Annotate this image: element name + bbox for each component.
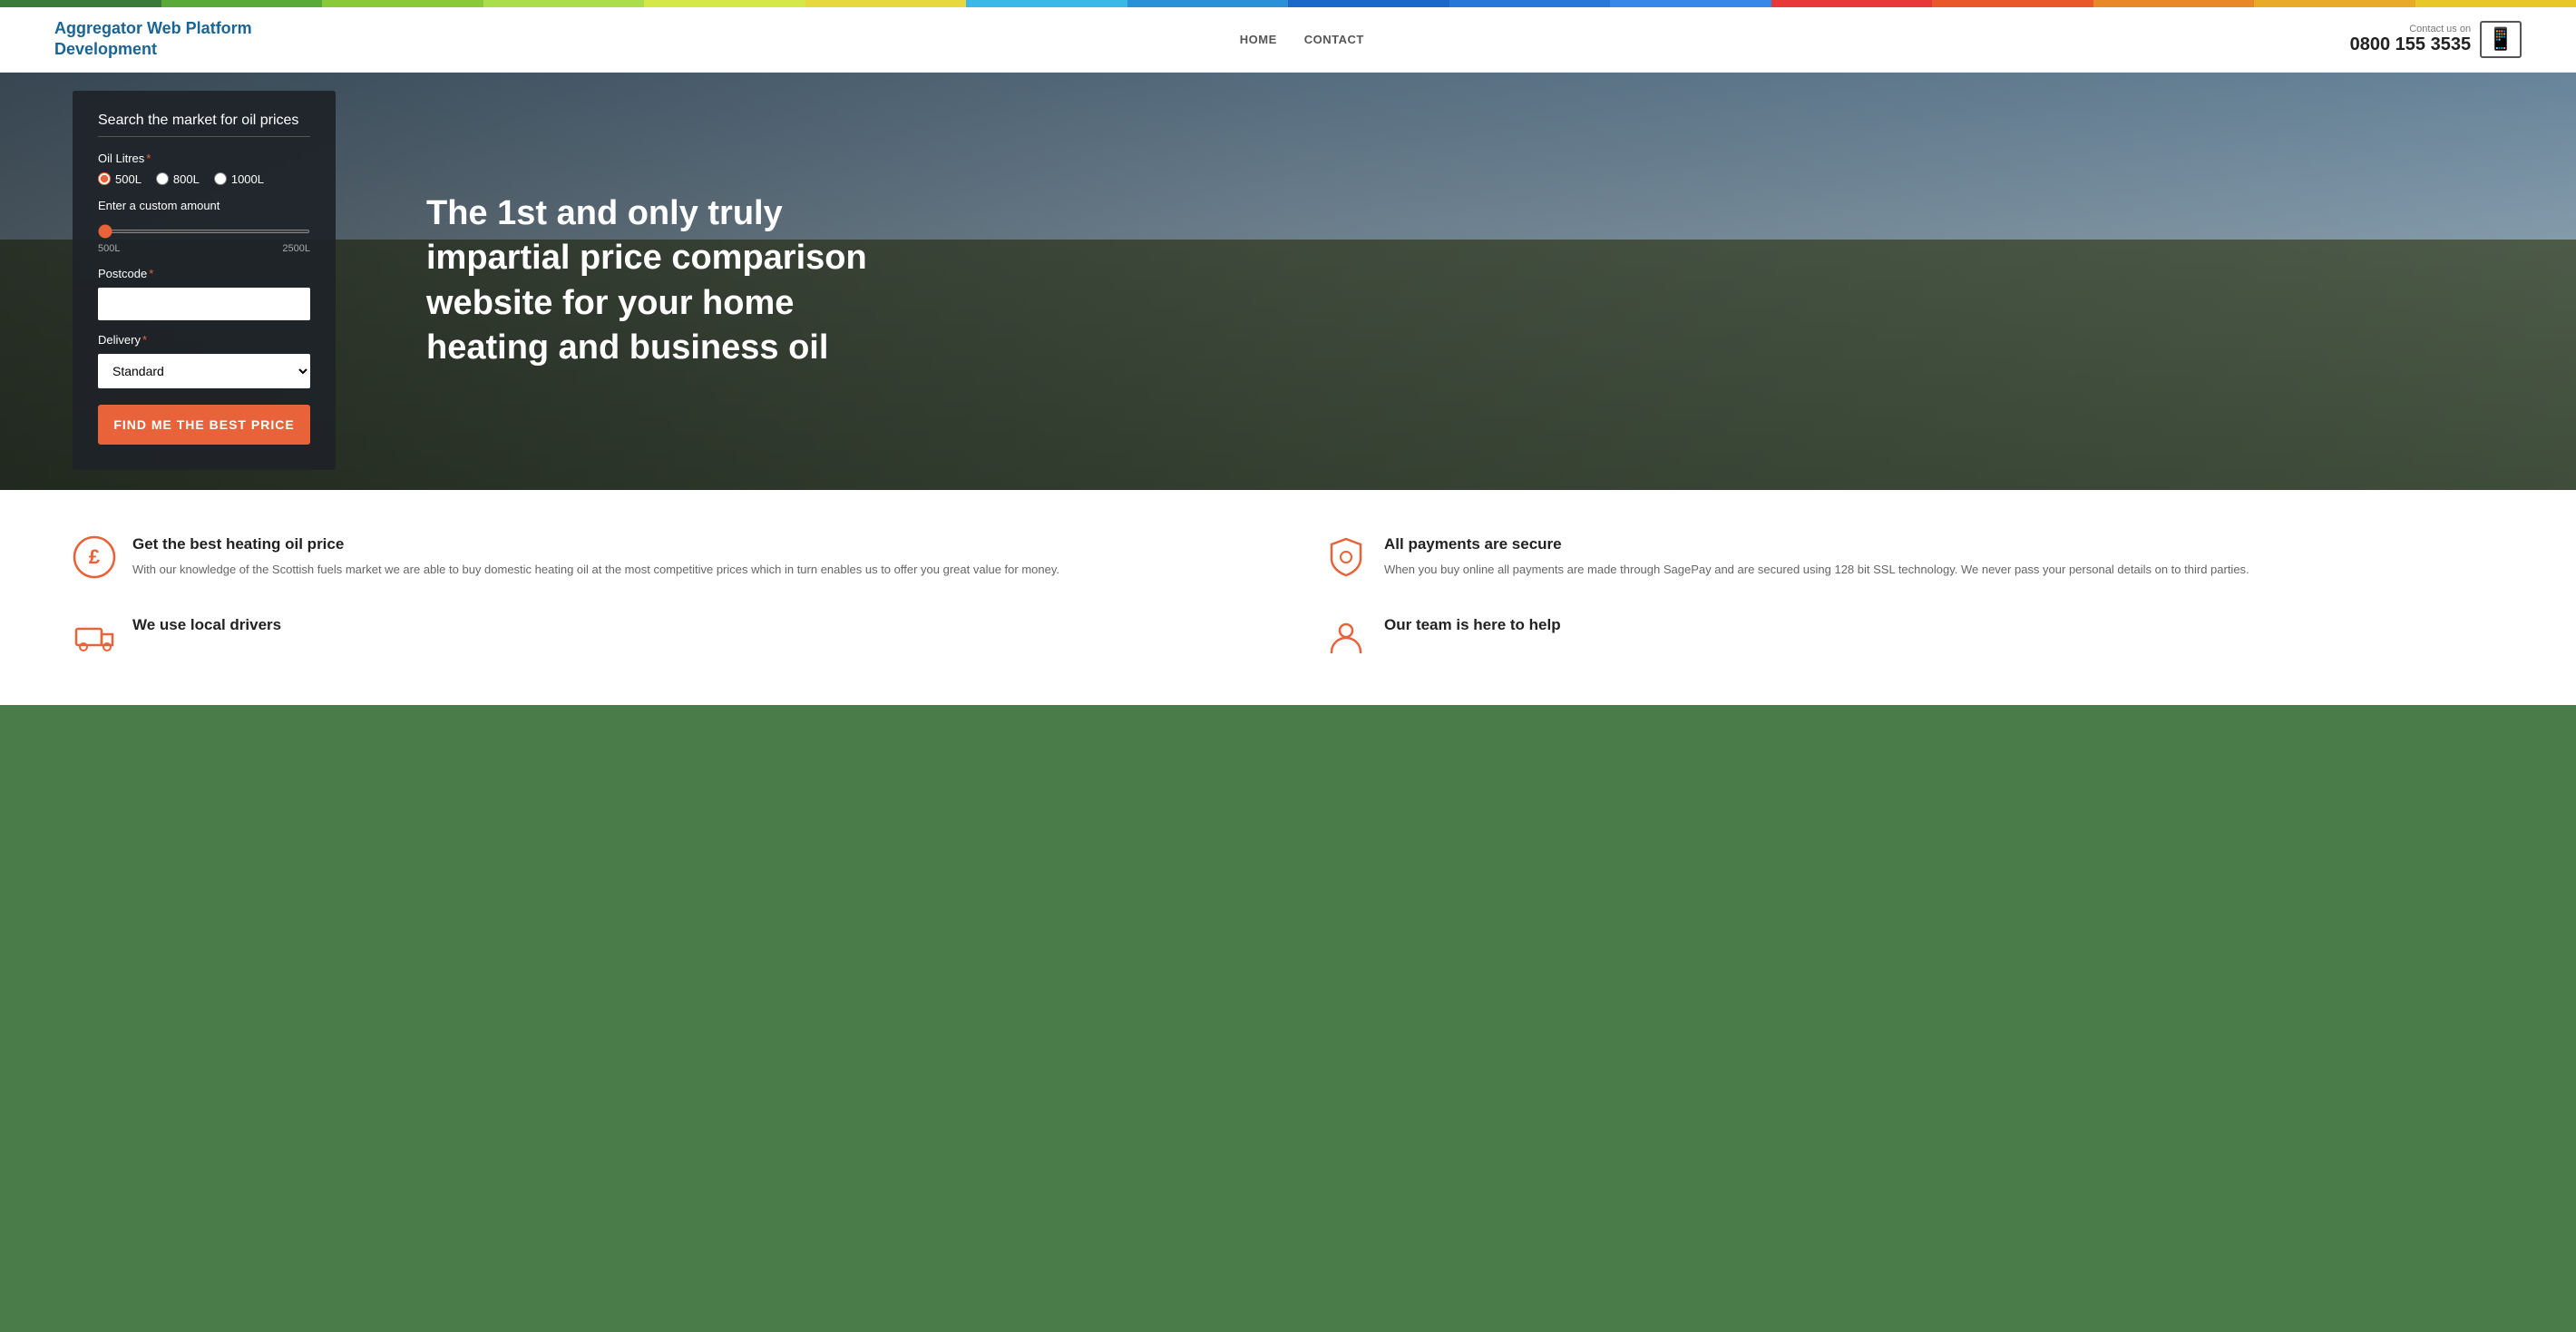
hero-heading: The 1st and only truly impartial price c… [426,191,898,371]
feature-item-3: We use local drivers [73,616,1252,660]
radio-500l[interactable]: 500L [98,172,141,186]
radio-1000l[interactable]: 1000L [214,172,264,186]
postcode-label: Postcode* [98,267,310,280]
feature-desc-2: When you buy online all payments are mad… [1384,561,2249,580]
oil-litres-options: 500L 800L 1000L [98,172,310,186]
radio-500l-label: 500L [115,172,141,186]
main-nav: HOME CONTACT [1240,33,1364,46]
range-min-label: 500L [98,243,120,254]
truck-icon [73,616,116,660]
feature-content-1: Get the best heating oil price With our … [132,535,1059,580]
range-max-label: 2500L [282,243,310,254]
delivery-select[interactable]: Standard Express [98,354,310,388]
header: Aggregator Web Platform Development HOME… [0,7,2576,73]
pound-icon: £ [73,535,116,579]
color-bar [0,0,2576,7]
nav-contact[interactable]: CONTACT [1304,33,1364,46]
features-section: £ Get the best heating oil price With ou… [0,490,2576,705]
radio-1000l-input[interactable] [214,172,227,185]
delivery-label: Delivery* [98,333,310,347]
postcode-input[interactable] [98,288,310,320]
litres-slider[interactable] [98,230,310,233]
nav-home[interactable]: HOME [1240,33,1277,46]
feature-item-1: £ Get the best heating oil price With ou… [73,535,1252,580]
feature-desc-1: With our knowledge of the Scottish fuels… [132,561,1059,580]
radio-800l[interactable]: 800L [156,172,200,186]
feature-title-3: We use local drivers [132,616,281,634]
radio-800l-label: 800L [173,172,200,186]
radio-1000l-label: 1000L [231,172,264,186]
feature-content-3: We use local drivers [132,616,281,642]
range-labels: 500L 2500L [98,243,310,254]
feature-title-2: All payments are secure [1384,535,2249,553]
oil-litres-label: Oil Litres* [98,152,310,165]
site-logo: Aggregator Web Platform Development [54,18,254,61]
phone-icon: 📱 [2480,21,2522,58]
feature-title-4: Our team is here to help [1384,616,1561,634]
radio-800l-input[interactable] [156,172,169,185]
feature-content-4: Our team is here to help [1384,616,1561,642]
phone-number: 0800 155 3535 [2350,34,2471,55]
feature-item-4: Our team is here to help [1324,616,2503,660]
search-form: Search the market for oil prices Oil Lit… [73,91,336,470]
feature-content-2: All payments are secure When you buy onl… [1384,535,2249,580]
svg-text:£: £ [89,545,101,568]
search-form-title: Search the market for oil prices [98,113,310,137]
hero-section: Search the market for oil prices Oil Lit… [0,73,2576,490]
radio-500l-input[interactable] [98,172,111,185]
hero-text-container: The 1st and only truly impartial price c… [390,137,934,426]
feature-title-1: Get the best heating oil price [132,535,1059,553]
contact-label: Contact us on [2350,24,2471,34]
feature-item-2: All payments are secure When you buy onl… [1324,535,2503,580]
team-icon [1324,616,1368,660]
header-contact: Contact us on 0800 155 3535 📱 [2350,21,2522,58]
custom-amount-label: Enter a custom amount [98,199,310,212]
range-slider-container [98,221,310,238]
shield-icon [1324,535,1368,579]
hero-overlay [0,73,2576,490]
find-best-price-button[interactable]: FIND ME THE BEST PRICE [98,405,310,445]
